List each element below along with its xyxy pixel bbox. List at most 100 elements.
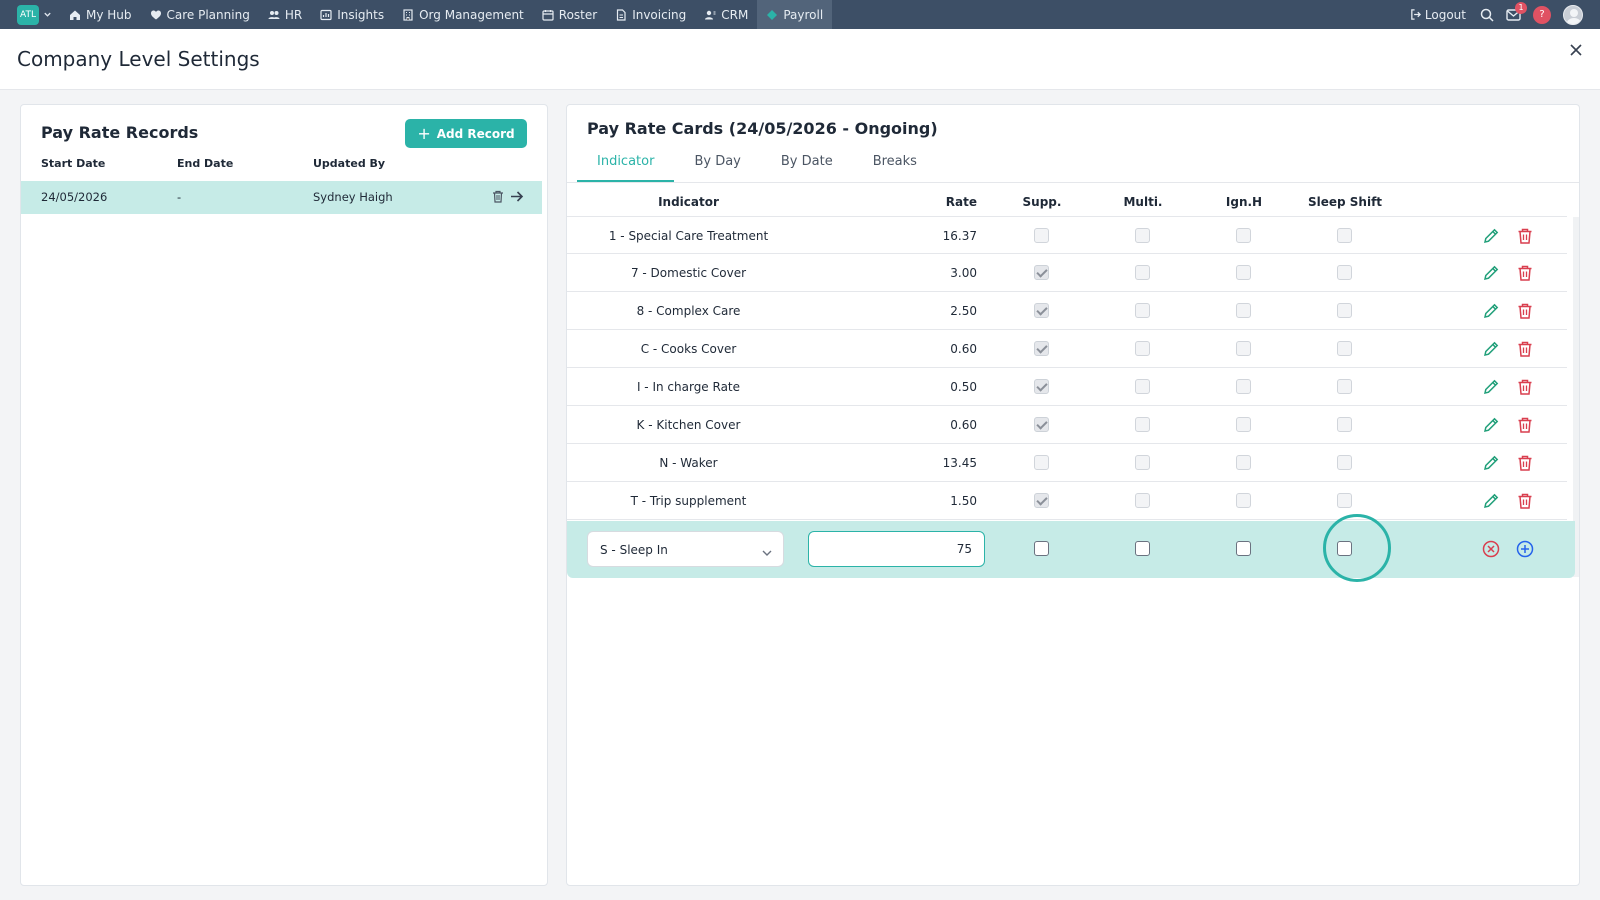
nav-item-care-planning[interactable]: Care Planning — [141, 0, 259, 29]
indicator-cell: 1 - Special Care Treatment — [608, 229, 769, 243]
search-button[interactable] — [1480, 8, 1494, 22]
multi-checkbox[interactable] — [1135, 228, 1150, 243]
sleep-shift-checkbox-new[interactable] — [1337, 541, 1352, 556]
record-row[interactable]: 24/05/2026 - Sydney Haigh — [21, 181, 542, 214]
nav-item-payroll[interactable]: Payroll — [757, 0, 833, 29]
delete-trash-icon[interactable] — [1516, 416, 1534, 438]
multi-checkbox[interactable] — [1135, 265, 1150, 280]
multi-checkbox[interactable] — [1135, 417, 1150, 432]
delete-trash-icon[interactable] — [1516, 264, 1534, 286]
supp-checkbox[interactable] — [1034, 455, 1049, 470]
rate-cell: 1.50 — [950, 494, 977, 508]
delete-trash-icon[interactable] — [1516, 378, 1534, 400]
column-header-end-date: End Date — [177, 157, 234, 170]
supp-checkbox[interactable] — [1034, 265, 1049, 280]
ignh-checkbox-new[interactable] — [1236, 541, 1251, 556]
indicator-select[interactable]: S - Sleep In — [587, 531, 784, 567]
delete-trash-icon[interactable] — [1516, 227, 1534, 249]
avatar[interactable] — [1563, 4, 1583, 25]
add-record-button[interactable]: + Add Record — [405, 119, 527, 148]
multi-checkbox[interactable] — [1135, 379, 1150, 394]
add-circle-icon[interactable] — [1516, 540, 1534, 562]
supp-checkbox-new[interactable] — [1034, 541, 1049, 556]
edit-pencil-icon[interactable] — [1482, 302, 1500, 324]
edit-pencil-icon[interactable] — [1482, 454, 1500, 476]
edit-pencil-icon[interactable] — [1482, 378, 1500, 400]
indicator-cell: I - In charge Rate — [636, 380, 741, 394]
help-button[interactable]: ? — [1533, 5, 1551, 24]
ignh-checkbox[interactable] — [1236, 303, 1251, 318]
nav-item-my-hub[interactable]: My Hub — [60, 0, 141, 29]
delete-trash-icon[interactable] — [1516, 454, 1534, 476]
ignh-checkbox[interactable] — [1236, 455, 1251, 470]
ignh-checkbox[interactable] — [1236, 341, 1251, 356]
delete-trash-icon[interactable] — [1516, 302, 1534, 324]
sleep-checkbox[interactable] — [1337, 455, 1352, 470]
edit-pencil-icon[interactable] — [1482, 264, 1500, 286]
sleep-checkbox[interactable] — [1337, 379, 1352, 394]
edit-pencil-icon[interactable] — [1482, 227, 1500, 249]
multi-checkbox[interactable] — [1135, 493, 1150, 508]
delete-trash-icon[interactable] — [1516, 340, 1534, 362]
new-indicator-row: S - Sleep In — [567, 514, 1575, 582]
search-icon — [1480, 8, 1494, 22]
tab-by-date[interactable]: By Date — [761, 145, 853, 182]
tab-indicator[interactable]: Indicator — [577, 145, 675, 182]
multi-checkbox-new[interactable] — [1135, 541, 1150, 556]
ignh-checkbox[interactable] — [1236, 493, 1251, 508]
arrow-right-icon[interactable] — [510, 190, 524, 206]
edit-pencil-icon[interactable] — [1482, 340, 1500, 362]
multi-checkbox[interactable] — [1135, 455, 1150, 470]
nav-item-invoicing[interactable]: Invoicing — [606, 0, 695, 29]
brand-logo: ATL — [17, 4, 39, 25]
building-icon — [403, 8, 413, 21]
logout-button[interactable]: Logout — [1410, 8, 1466, 22]
nav-item-crm[interactable]: CRM — [695, 0, 757, 29]
table-row: N - Waker 13.45 — [567, 444, 1567, 482]
edit-pencil-icon[interactable] — [1482, 416, 1500, 438]
column-header-start-date: Start Date — [41, 157, 106, 170]
cancel-circle-icon[interactable] — [1482, 540, 1500, 562]
trash-icon[interactable] — [492, 190, 504, 206]
sleep-checkbox[interactable] — [1337, 228, 1352, 243]
sleep-checkbox[interactable] — [1337, 493, 1352, 508]
nav-item-roster[interactable]: Roster — [533, 0, 606, 29]
supp-checkbox[interactable] — [1034, 303, 1049, 318]
ignh-checkbox[interactable] — [1236, 265, 1251, 280]
nav-item-insights[interactable]: Insights — [311, 0, 393, 29]
nav-item-label: Payroll — [783, 7, 824, 22]
nav-item-org-management[interactable]: Org Management — [393, 0, 533, 29]
multi-checkbox[interactable] — [1135, 303, 1150, 318]
supp-checkbox[interactable] — [1034, 228, 1049, 243]
brand-switcher[interactable]: ATL — [17, 4, 52, 25]
sleep-checkbox[interactable] — [1337, 303, 1352, 318]
close-icon — [1570, 44, 1582, 56]
column-header-ignh: Ign.H — [1225, 195, 1263, 209]
tab-by-day[interactable]: By Day — [674, 145, 760, 182]
ignh-checkbox[interactable] — [1236, 228, 1251, 243]
ignh-checkbox[interactable] — [1236, 379, 1251, 394]
heart-icon — [150, 10, 161, 19]
sleep-checkbox[interactable] — [1337, 265, 1352, 280]
sleep-checkbox[interactable] — [1337, 417, 1352, 432]
plus-icon: + — [417, 124, 431, 143]
delete-trash-icon[interactable] — [1516, 492, 1534, 514]
supp-checkbox[interactable] — [1034, 379, 1049, 394]
pay-rate-cards-panel: Pay Rate Cards (24/05/2026 - Ongoing) In… — [566, 104, 1580, 886]
edit-pencil-icon[interactable] — [1482, 492, 1500, 514]
nav-item-label: Org Management — [419, 7, 524, 22]
sleep-checkbox[interactable] — [1337, 341, 1352, 356]
inbox-button[interactable]: 1 — [1506, 1, 1527, 21]
supp-checkbox[interactable] — [1034, 341, 1049, 356]
rate-input[interactable] — [808, 531, 985, 567]
ignh-checkbox[interactable] — [1236, 417, 1251, 432]
logout-icon — [1411, 9, 1421, 20]
diamond-icon — [767, 9, 778, 20]
tab-breaks[interactable]: Breaks — [853, 145, 937, 182]
nav-item-label: Insights — [337, 7, 385, 22]
supp-checkbox[interactable] — [1034, 417, 1049, 432]
close-button[interactable] — [1567, 41, 1585, 59]
multi-checkbox[interactable] — [1135, 341, 1150, 356]
supp-checkbox[interactable] — [1034, 493, 1049, 508]
nav-item-hr[interactable]: HR — [259, 0, 311, 29]
